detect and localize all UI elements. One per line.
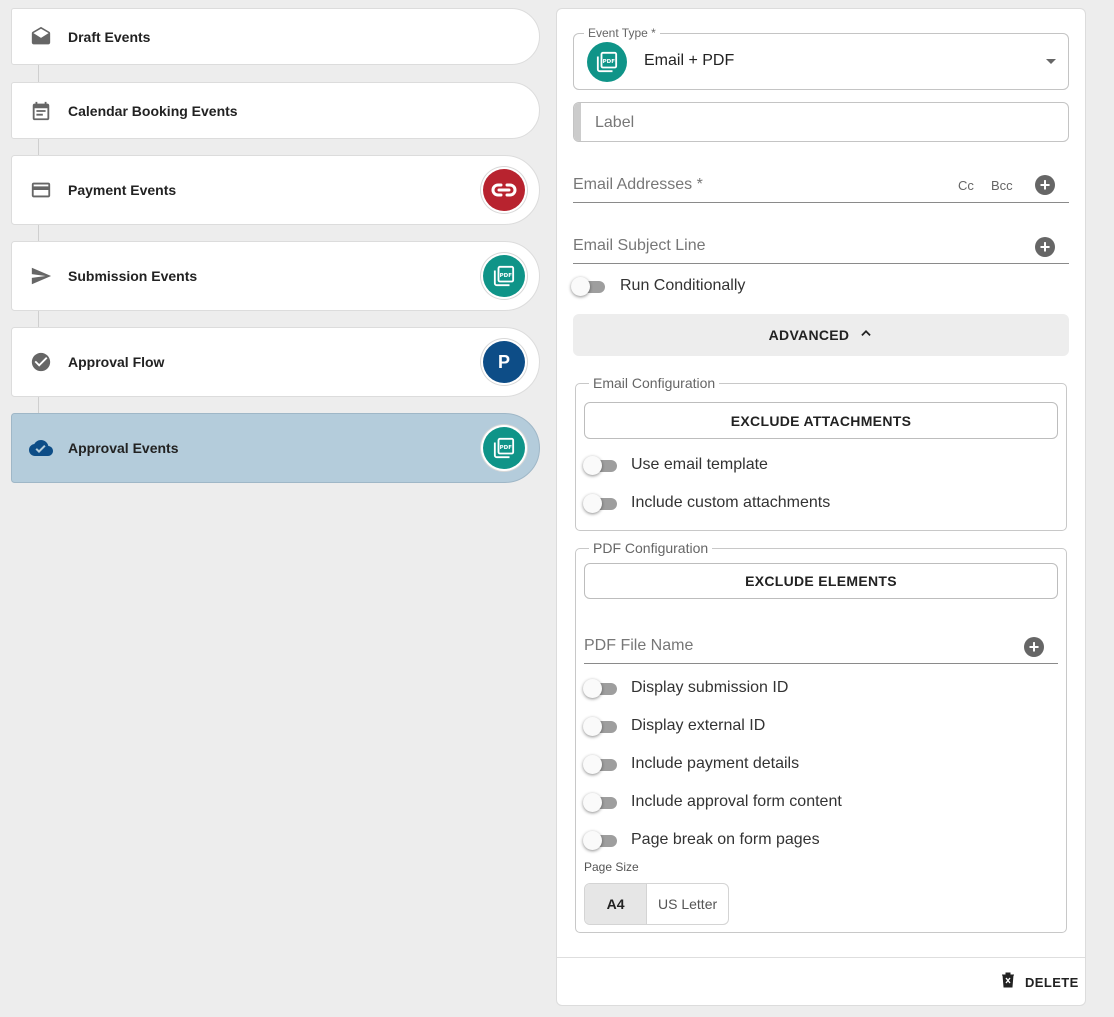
run-conditionally-label: Run Conditionally xyxy=(620,277,746,294)
connector-line xyxy=(38,224,39,242)
trash-icon xyxy=(1001,972,1015,993)
event-card-draft[interactable]: Draft Events xyxy=(11,8,540,65)
page-size-option-us-letter[interactable]: US Letter xyxy=(647,884,728,924)
email-subject-field[interactable]: Email Subject Line + xyxy=(573,231,1069,264)
event-label: Approval Events xyxy=(68,440,179,456)
event-card-approval-events[interactable]: Approval Events PDF xyxy=(11,413,540,483)
event-card-submission[interactable]: Submission Events PDF xyxy=(11,241,540,311)
toggle-thumb xyxy=(583,679,602,698)
event-label: Calendar Booking Events xyxy=(68,102,238,119)
email-configuration-group: Email Configuration EXCLUDE ATTACHMENTS … xyxy=(575,375,1067,531)
svg-text:PDF: PDF xyxy=(500,273,513,279)
bcc-button[interactable]: Bcc xyxy=(991,178,1013,193)
pdf-file-name-field[interactable]: PDF File Name + xyxy=(584,631,1058,664)
advanced-label: ADVANCED xyxy=(768,327,850,343)
cp-logo-icon xyxy=(483,169,525,211)
page-break-on-form-pages-toggle[interactable] xyxy=(583,830,619,850)
event-label: Submission Events xyxy=(68,268,198,284)
delete-label: DELETE xyxy=(1025,975,1079,990)
label-field-placeholder: Label xyxy=(595,114,635,131)
include-payment-details-toggle[interactable] xyxy=(583,754,619,774)
advanced-toggle-button[interactable]: ADVANCED xyxy=(573,314,1069,356)
chevron-up-icon xyxy=(859,326,873,345)
connector-line xyxy=(38,310,39,328)
approval-flow-badge: P xyxy=(483,341,525,383)
toggle-thumb xyxy=(583,831,602,850)
email-configuration-legend: Email Configuration xyxy=(589,375,720,391)
display-external-id-label: Display external ID xyxy=(631,717,766,734)
toggle-thumb xyxy=(571,277,590,296)
cc-button[interactable]: Cc xyxy=(958,178,974,193)
pdf-icon: PDF xyxy=(483,427,525,469)
event-card-calendar-booking[interactable]: Calendar Booking Events xyxy=(11,82,540,139)
pdf-icon: PDF xyxy=(483,255,525,297)
include-payment-details-label: Include payment details xyxy=(631,755,800,772)
envelope-open-icon xyxy=(29,25,53,49)
page-size-label: Page Size xyxy=(584,860,639,874)
connector-line xyxy=(38,138,39,156)
event-type-select[interactable]: Event Type * PDF Email + PDF xyxy=(573,26,1069,90)
display-external-id-toggle[interactable] xyxy=(583,716,619,736)
toggle-thumb xyxy=(583,456,602,475)
exclude-attachments-button[interactable]: EXCLUDE ATTACHMENTS xyxy=(584,402,1058,439)
footer-divider xyxy=(557,957,1085,958)
pdf-configuration-group: PDF Configuration EXCLUDE ELEMENTS PDF F… xyxy=(575,540,1067,933)
page-size-selector: A4 US Letter xyxy=(584,883,729,925)
event-card-payment[interactable]: Payment Events xyxy=(11,155,540,225)
connector-line xyxy=(38,64,39,82)
email-addresses-field[interactable]: Email Addresses * Cc Bcc + xyxy=(573,169,1069,203)
credit-card-icon xyxy=(29,178,53,202)
toggle-thumb xyxy=(583,755,602,774)
email-subject-placeholder: Email Subject Line xyxy=(573,237,706,254)
send-icon xyxy=(29,264,53,288)
event-card-approval-flow[interactable]: Approval Flow P xyxy=(11,327,540,397)
add-file-name-variable-icon[interactable]: + xyxy=(1024,637,1044,657)
check-circle-icon xyxy=(29,350,53,374)
display-submission-id-toggle[interactable] xyxy=(583,678,619,698)
toggle-thumb xyxy=(583,793,602,812)
page-size-option-a4[interactable]: A4 xyxy=(585,884,648,924)
include-custom-attachments-toggle[interactable] xyxy=(583,493,619,513)
email-addresses-placeholder: Email Addresses * xyxy=(573,176,703,193)
use-email-template-toggle[interactable] xyxy=(583,455,619,475)
calendar-icon xyxy=(29,99,53,123)
exclude-elements-button[interactable]: EXCLUDE ELEMENTS xyxy=(584,563,1058,599)
page-break-on-form-pages-label: Page break on form pages xyxy=(631,831,820,848)
dropdown-arrow-icon xyxy=(1046,59,1056,64)
toggle-thumb xyxy=(583,494,602,513)
display-submission-id-label: Display submission ID xyxy=(631,679,789,696)
pdf-file-name-placeholder: PDF File Name xyxy=(584,637,694,654)
delete-button[interactable]: DELETE xyxy=(1001,972,1079,993)
event-label: Draft Events xyxy=(68,28,151,45)
add-subject-variable-icon[interactable]: + xyxy=(1035,237,1055,257)
cloud-check-icon xyxy=(29,436,53,460)
include-custom-attachments-label: Include custom attachments xyxy=(631,494,831,511)
connector-line xyxy=(38,396,39,414)
svg-text:PDF: PDF xyxy=(500,445,513,451)
use-email-template-label: Use email template xyxy=(631,456,768,473)
event-config-panel: Event Type * PDF Email + PDF Label Email… xyxy=(556,8,1086,1006)
label-field-indicator xyxy=(574,103,581,141)
pdf-configuration-legend: PDF Configuration xyxy=(589,540,713,556)
include-approval-form-content-toggle[interactable] xyxy=(583,792,619,812)
event-label: Approval Flow xyxy=(68,354,165,370)
svg-text:PDF: PDF xyxy=(603,59,616,65)
event-type-value: Email + PDF xyxy=(644,52,735,69)
include-approval-form-content-label: Include approval form content xyxy=(631,793,842,810)
pdf-icon: PDF xyxy=(587,42,627,82)
run-conditionally-toggle[interactable] xyxy=(571,276,607,296)
toggle-thumb xyxy=(583,717,602,736)
event-label: Payment Events xyxy=(68,182,177,198)
event-type-legend: Event Type * xyxy=(584,26,660,40)
label-field[interactable]: Label xyxy=(573,102,1069,142)
add-email-icon[interactable]: + xyxy=(1035,175,1055,195)
